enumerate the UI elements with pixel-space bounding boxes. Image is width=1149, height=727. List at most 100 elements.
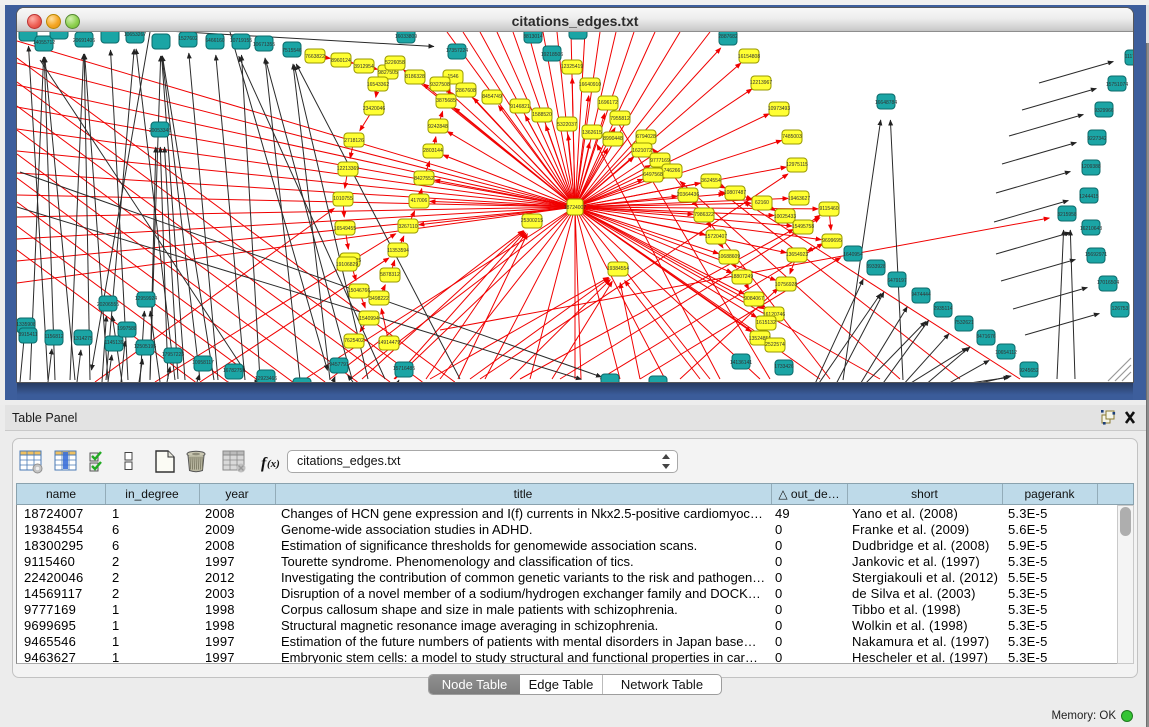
svg-text:20691406: 20691406	[73, 38, 95, 44]
svg-text:1145139: 1145139	[104, 340, 123, 346]
svg-text:1117133: 1117133	[1125, 54, 1133, 60]
svg-text:19106829: 19106829	[336, 262, 358, 268]
svg-text:20053346: 20053346	[149, 128, 171, 134]
svg-text:3875685: 3875685	[436, 98, 456, 104]
svg-text:9827505: 9827505	[378, 70, 398, 76]
svg-text:17016504: 17016504	[1097, 280, 1119, 286]
svg-text:17357224: 17357224	[446, 48, 468, 54]
svg-text:10973493: 10973493	[768, 106, 790, 112]
svg-text:23420046: 23420046	[363, 106, 385, 112]
svg-text:1362615: 1362615	[582, 130, 602, 136]
svg-text:1588520: 1588520	[532, 112, 552, 118]
svg-text:12975115: 12975115	[786, 162, 808, 168]
svg-text:13654923: 13654923	[786, 252, 808, 258]
svg-text:16033809: 16033809	[395, 34, 417, 40]
svg-text:7515546: 7515546	[282, 48, 302, 54]
svg-text:1527602: 1527602	[178, 36, 198, 42]
svg-text:8960124: 8960124	[331, 58, 351, 64]
svg-text:1335908: 1335908	[17, 322, 36, 328]
svg-text:1621072: 1621072	[632, 148, 652, 154]
svg-text:9457791: 9457791	[329, 362, 349, 368]
svg-text:9699695: 9699695	[822, 238, 842, 244]
svg-text:10756928: 10756928	[775, 282, 797, 288]
svg-text:18807249: 18807249	[731, 274, 753, 280]
svg-text:16543362: 16543362	[367, 82, 389, 88]
svg-text:16210643: 16210643	[1080, 226, 1102, 232]
svg-text:14055712: 14055712	[33, 40, 55, 46]
svg-text:12923466: 12923466	[255, 376, 277, 382]
svg-text:8471676: 8471676	[976, 334, 996, 340]
svg-text:9146821: 9146821	[510, 104, 530, 110]
svg-text:6466160: 6466160	[205, 38, 225, 44]
svg-text:5878312: 5878312	[380, 272, 400, 278]
svg-text:12325419: 12325419	[561, 64, 583, 70]
svg-text:10719155: 10719155	[230, 38, 252, 44]
svg-text:9242848: 9242848	[428, 124, 448, 130]
svg-text:16782759: 16782759	[223, 368, 245, 374]
svg-text:25300215: 25300215	[521, 218, 543, 224]
svg-text:14914479: 14914479	[378, 340, 400, 346]
svg-text:3267110: 3267110	[398, 224, 417, 230]
svg-text:3215958: 3215958	[1057, 212, 1077, 218]
svg-text:10807487: 10807487	[724, 190, 746, 196]
svg-text:746266: 746266	[664, 168, 681, 174]
svg-text:1640954: 1640954	[843, 252, 863, 258]
svg-text:19218506: 19218506	[541, 52, 563, 58]
svg-text:19384554: 19384554	[607, 266, 629, 272]
svg-text:12213967: 12213967	[750, 80, 772, 86]
svg-text:10671355: 10671355	[253, 42, 275, 48]
svg-text:18724007: 18724007	[564, 205, 586, 211]
svg-text:417006: 417006	[411, 198, 428, 204]
svg-text:15692971: 15692971	[1085, 252, 1107, 258]
svg-text:10688609: 10688609	[718, 254, 740, 260]
svg-text:1209388: 1209388	[1081, 164, 1101, 170]
svg-text:8813014: 8813014	[523, 34, 543, 40]
svg-text:8933928: 8933928	[866, 264, 886, 270]
svg-text:9245652: 9245652	[1019, 368, 1039, 374]
svg-text:3915411: 3915411	[18, 332, 37, 338]
svg-text:7955812: 7955812	[610, 116, 630, 122]
svg-text:2867608: 2867608	[456, 88, 476, 94]
svg-text:9329966: 9329966	[1094, 108, 1114, 114]
svg-text:1696172: 1696172	[598, 100, 618, 106]
svg-text:12959924: 12959924	[135, 296, 157, 302]
svg-text:20206555: 20206555	[97, 302, 119, 308]
svg-text:15716485: 15716485	[393, 366, 415, 372]
svg-text:3624554: 3624554	[701, 178, 721, 184]
svg-text:19463627: 19463627	[788, 196, 810, 202]
svg-text:9327508: 9327508	[430, 82, 450, 88]
svg-text:7532621: 7532621	[954, 320, 974, 326]
svg-text:16549455: 16549455	[334, 226, 356, 232]
svg-text:10958117: 10958117	[192, 360, 214, 366]
svg-text:1010755: 1010755	[333, 196, 353, 202]
svg-text:7625402: 7625402	[344, 338, 364, 344]
svg-text:5322037: 5322037	[557, 122, 577, 128]
svg-text:9115460: 9115460	[819, 206, 838, 212]
svg-text:1615132: 1615132	[756, 320, 776, 326]
svg-text:20364436: 20364436	[677, 192, 699, 198]
svg-text:2522574: 2522574	[765, 342, 785, 348]
svg-text:(x): (x)	[267, 458, 280, 470]
svg-text:10025433: 10025433	[774, 214, 796, 220]
svg-text:16648784: 16648784	[875, 100, 897, 106]
svg-text:9777169: 9777169	[650, 158, 670, 164]
svg-text:15720407: 15720407	[705, 234, 727, 240]
svg-text:8454749: 8454749	[482, 94, 502, 100]
svg-text:6794028: 6794028	[636, 134, 656, 140]
svg-text:12505195: 12505195	[134, 344, 156, 350]
svg-text:1733426: 1733426	[774, 364, 794, 370]
svg-text:1997588: 1997588	[117, 326, 137, 332]
svg-text:1156812: 1156812	[44, 334, 63, 340]
svg-text:2718126: 2718126	[344, 138, 364, 144]
svg-text:1540994: 1540994	[359, 316, 379, 322]
svg-text:15046766: 15046766	[348, 288, 370, 294]
svg-text:6479197: 6479197	[887, 278, 907, 284]
svg-text:12213369: 12213369	[337, 166, 359, 172]
svg-text:2803144: 2803144	[423, 148, 443, 154]
svg-text:11353594: 11353594	[387, 248, 409, 254]
svg-text:15751074: 15751074	[1106, 82, 1128, 88]
svg-text:14136141: 14136141	[730, 360, 752, 366]
svg-text:16640910: 16640910	[579, 82, 601, 88]
svg-text:16154808: 16154808	[738, 54, 760, 60]
svg-text:7663822: 7663822	[305, 54, 325, 60]
